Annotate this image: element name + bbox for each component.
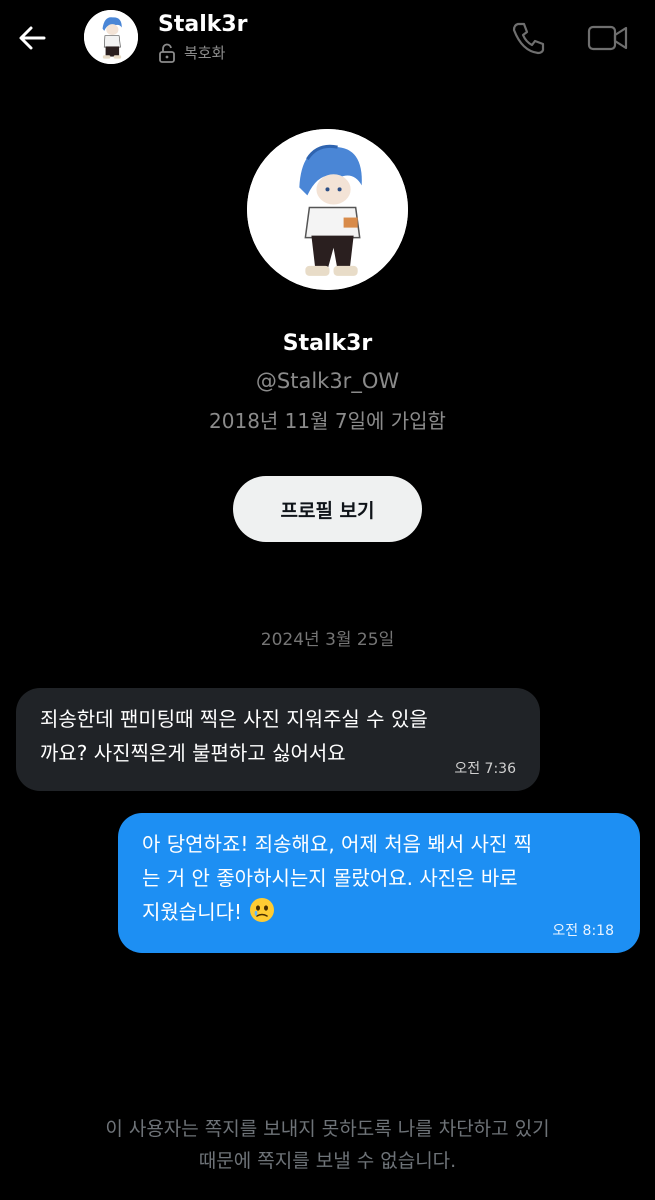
avatar-character-icon (84, 10, 138, 64)
avatar-character-icon (247, 129, 408, 290)
arrow-left-icon (19, 26, 46, 50)
blocked-notice-line: 때문에 쪽지를 보낼 수 없습니다. (198, 1150, 457, 1172)
view-profile-button[interactable]: 프로필 보기 (233, 476, 422, 542)
encryption-status[interactable]: 복호화 (158, 42, 225, 63)
message-line: 는 거 안 좋아하시는지 몰랐어요. 사진은 바로 (142, 866, 518, 890)
blocked-notice-line: 이 사용자는 쪽지를 보내지 못하도록 나를 차단하고 있기 (105, 1118, 550, 1140)
profile-handle: @Stalk3r_OW (255, 369, 400, 393)
phone-icon (512, 22, 545, 55)
voice-call-button[interactable] (508, 18, 548, 58)
profile-name: Stalk3r (282, 331, 373, 356)
profile-avatar[interactable] (247, 129, 408, 290)
outgoing-message-bubble[interactable]: 아 당연하죠! 죄송해요, 어제 처음 봬서 사진 찍 는 거 안 좋아하시는지… (118, 813, 640, 953)
message-timestamp: 오전 7:36 (454, 761, 516, 777)
message-line: 지웠습니다! (142, 900, 243, 924)
face-holding-back-tears-emoji (248, 896, 276, 924)
message-line: 까요? 사진찍은게 불편하고 싫어서요 (40, 741, 346, 765)
video-camera-icon (587, 25, 628, 51)
profile-join-date: 2018년 11월 7일에 가입함 (209, 409, 446, 433)
blocked-notice: 이 사용자는 쪽지를 보내지 못하도록 나를 차단하고 있기 때문에 쪽지를 보… (40, 1113, 615, 1177)
lock-open-icon (159, 43, 175, 63)
encryption-label: 복호화 (184, 44, 226, 62)
message-timestamp: 오전 8:18 (552, 923, 614, 939)
header-avatar[interactable] (84, 10, 138, 64)
back-button[interactable] (14, 20, 50, 56)
incoming-message-bubble[interactable]: 죄송한데 팬미팅때 찍은 사진 지워주실 수 있을 까요? 사진찍은게 불편하고… (16, 688, 540, 791)
message-line: 아 당연하죠! 죄송해요, 어제 처음 봬서 사진 찍 (142, 832, 533, 856)
date-separator: 2024년 3월 25일 (260, 630, 395, 650)
header-username[interactable]: Stalk3r (158, 12, 248, 37)
video-call-button[interactable] (586, 18, 630, 58)
message-line: 죄송한데 팬미팅때 찍은 사진 지워주실 수 있을 (40, 707, 428, 731)
